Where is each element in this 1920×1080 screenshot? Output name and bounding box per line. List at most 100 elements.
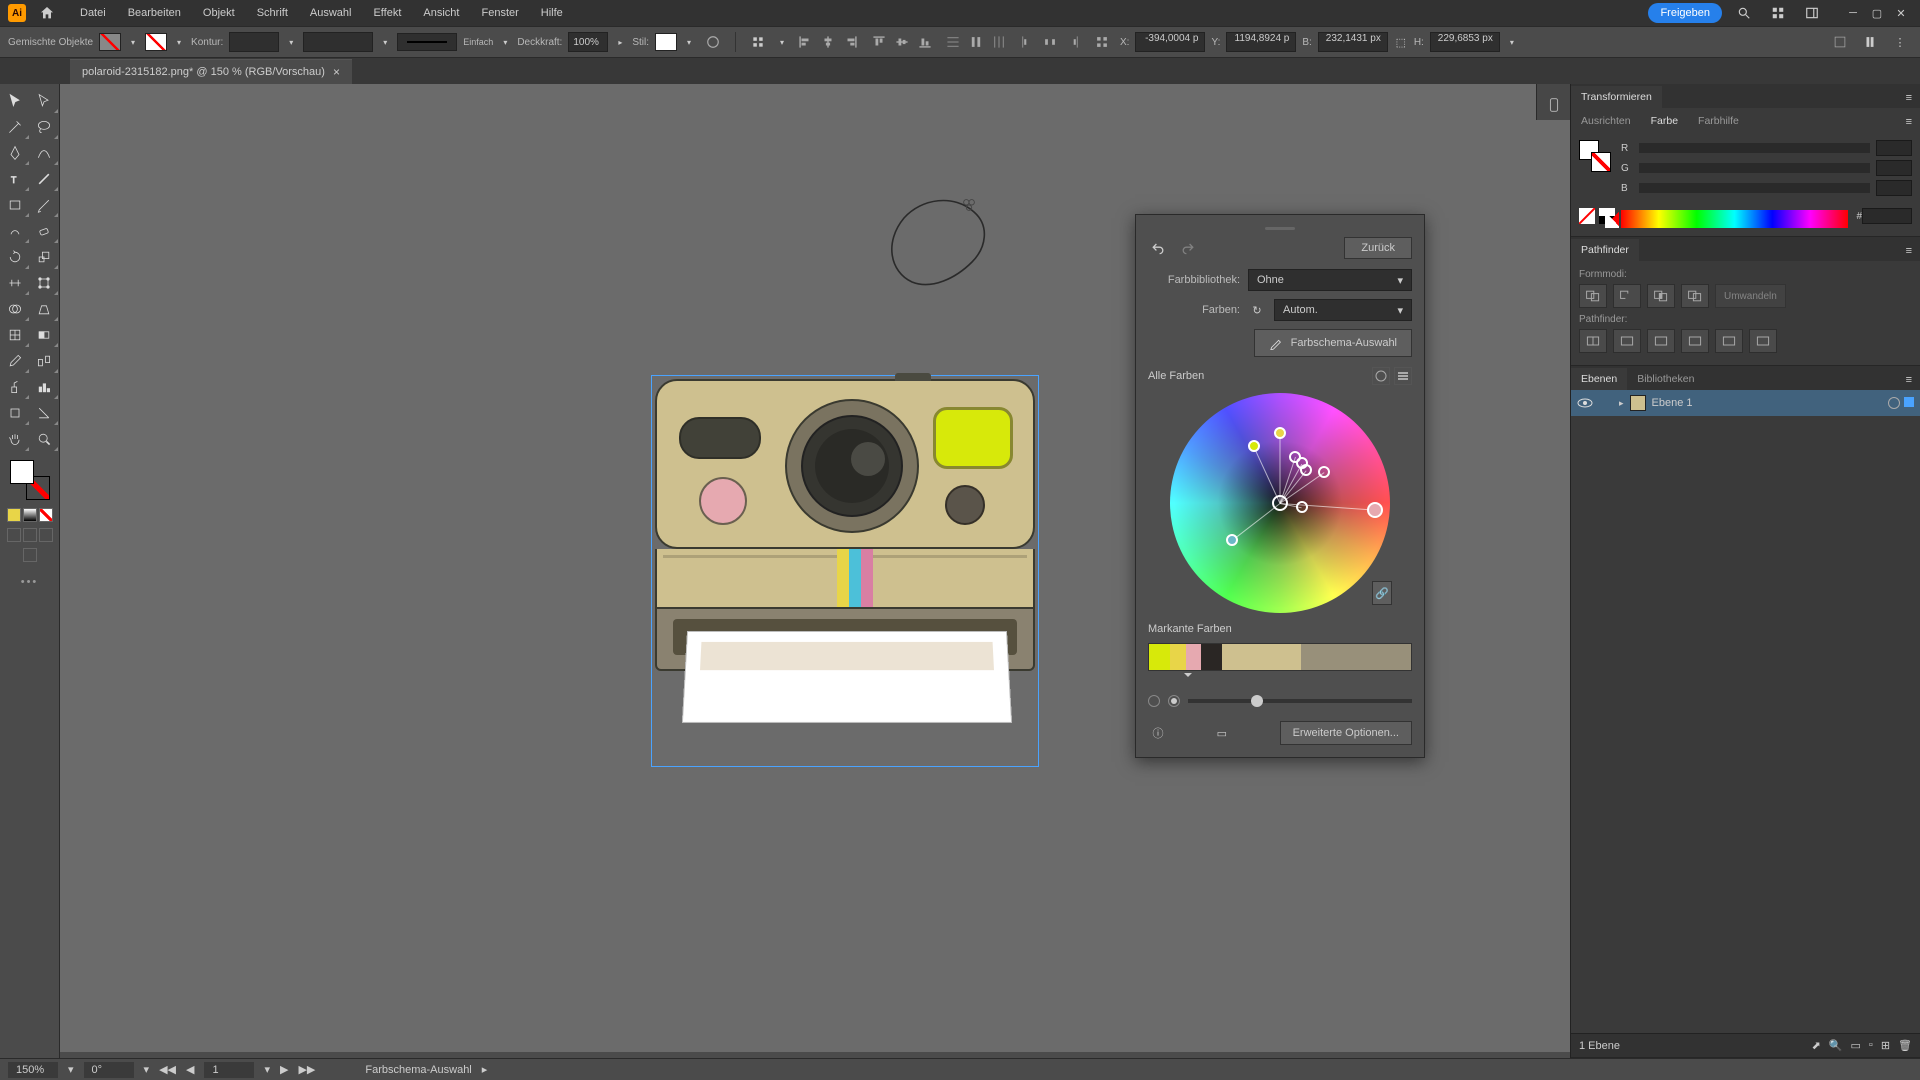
h-field[interactable]: 229,6853 px [1430,32,1500,52]
dist-right[interactable] [1062,31,1084,53]
delete-layer-icon[interactable]: 🗑 [1898,1039,1912,1052]
pf-divide[interactable] [1579,329,1607,353]
hex-value[interactable] [1862,208,1912,224]
align-to-icon[interactable] [746,30,770,54]
menu-objekt[interactable]: Objekt [193,3,245,23]
menu-bearbeiten[interactable]: Bearbeiten [118,3,191,23]
color-fill-stroke-mini[interactable] [1579,140,1611,172]
locate-layer-icon[interactable]: ⬈ [1812,1039,1821,1052]
tab-layers[interactable]: Ebenen [1571,368,1627,390]
link-wh-icon[interactable]: ⬚ [1394,30,1408,54]
menu-datei[interactable]: Datei [70,3,116,23]
g-value[interactable] [1876,160,1912,176]
tab-close-icon[interactable]: × [333,65,340,79]
tab-color[interactable]: Farbe [1641,110,1688,132]
align-to-dropdown[interactable]: ▾ [776,32,788,52]
tab-transform[interactable]: Transformieren [1571,86,1662,108]
brush-dropdown[interactable]: ▾ [499,32,511,52]
align-right[interactable] [840,31,862,53]
selection-tool[interactable] [0,88,30,114]
isolate-icon[interactable] [1828,30,1852,54]
info-icon[interactable]: ⓘ [1148,723,1168,743]
stroke-weight-field[interactable] [229,32,279,52]
style-dropdown[interactable]: ▾ [683,32,695,52]
camera-artwork[interactable] [655,379,1035,671]
prominent-segment[interactable] [1170,644,1186,670]
pf-crop[interactable] [1681,329,1709,353]
wheel-handle[interactable] [1296,501,1308,513]
wheel-handle[interactable] [1318,466,1330,478]
stroke-swatch[interactable] [145,33,167,51]
free-transform-tool[interactable] [30,270,60,296]
rectangle-tool[interactable] [0,192,30,218]
align-hcenter[interactable] [817,31,839,53]
save-group-icon[interactable]: ▭ [1212,723,1232,743]
prominent-marker[interactable] [1184,673,1192,681]
artboard-tool[interactable] [0,400,30,426]
dist-left[interactable] [1016,31,1038,53]
properties-icon[interactable]: ⋮ [1888,30,1912,54]
list-view-button[interactable] [1394,367,1412,385]
fill-stroke-control[interactable] [10,460,50,500]
tab-pathfinder[interactable]: Pathfinder [1571,239,1639,261]
zoom-dropdown[interactable]: ▾ [68,1063,74,1076]
var-width-dropdown[interactable]: ▾ [379,32,391,52]
brush-preview[interactable] [397,33,457,51]
direct-selection-tool[interactable] [30,88,60,114]
pf-expand[interactable]: Umwandeln [1715,284,1786,308]
hand-tool[interactable] [0,426,30,452]
wheel-handle[interactable] [1274,427,1286,439]
recolor-icon[interactable] [701,30,725,54]
redo-icon[interactable] [1178,238,1198,258]
menu-schrift[interactable]: Schrift [247,3,298,23]
scale-tool[interactable] [30,244,60,270]
slice-tool[interactable] [30,400,60,426]
pf-outline[interactable] [1715,329,1743,353]
layer-row[interactable]: ▸ Ebene 1 [1571,390,1920,416]
new-sublayer-icon[interactable]: ▫ [1869,1039,1873,1052]
b-slider[interactable] [1639,183,1870,193]
dist-hcenter[interactable] [1039,31,1061,53]
pf-minus-front[interactable] [1613,284,1641,308]
fill-dropdown[interactable]: ▾ [127,32,139,52]
dist-vcenter[interactable] [965,31,987,53]
pen-tool[interactable] [0,140,30,166]
menu-effekt[interactable]: Effekt [363,3,411,23]
shape-builder-tool[interactable] [0,296,30,322]
find-layer-icon[interactable]: 🔍 [1829,1039,1843,1052]
rotation-dropdown[interactable]: ▾ [144,1063,150,1076]
panel-menu-icon[interactable]: ≡ [1898,370,1920,390]
align-left[interactable] [794,31,816,53]
lasso-tool[interactable] [30,114,60,140]
panel-menu-icon[interactable]: ≡ [1898,241,1920,261]
draw-mode-color[interactable] [7,508,21,522]
panel-menu-icon[interactable]: ≡ [1898,88,1920,108]
window-maximize[interactable]: ▢ [1866,4,1888,22]
r-slider[interactable] [1639,143,1870,153]
color-library-select[interactable]: Ohne▾ [1248,269,1412,291]
fill-swatch[interactable] [99,33,121,51]
home-icon[interactable] [36,3,58,23]
r-value[interactable] [1876,140,1912,156]
prominent-segment[interactable] [1149,644,1170,670]
artboard-back[interactable]: ◀ [186,1063,194,1076]
new-layer-icon[interactable]: ⊞ [1881,1039,1890,1052]
dist-bottom[interactable] [988,31,1010,53]
advanced-options-button[interactable]: Erweiterte Optionen... [1280,721,1412,745]
wheel-handle[interactable] [1367,502,1383,518]
menu-fenster[interactable]: Fenster [471,3,528,23]
window-minimize[interactable]: ─ [1842,4,1864,22]
undo-icon[interactable] [1148,238,1168,258]
eraser-tool[interactable] [30,218,60,244]
line-tool[interactable] [30,166,60,192]
align-top[interactable] [868,31,890,53]
prominent-segment[interactable] [1186,644,1202,670]
pf-merge[interactable] [1647,329,1675,353]
menu-ansicht[interactable]: Ansicht [413,3,469,23]
color-wheel[interactable]: 🔗 [1170,393,1390,613]
pf-exclude[interactable] [1681,284,1709,308]
layer-target-icon[interactable] [1888,397,1900,409]
blend-tool[interactable] [30,348,60,374]
draw-normal[interactable] [7,528,21,542]
saturation-radio[interactable] [1148,695,1160,707]
